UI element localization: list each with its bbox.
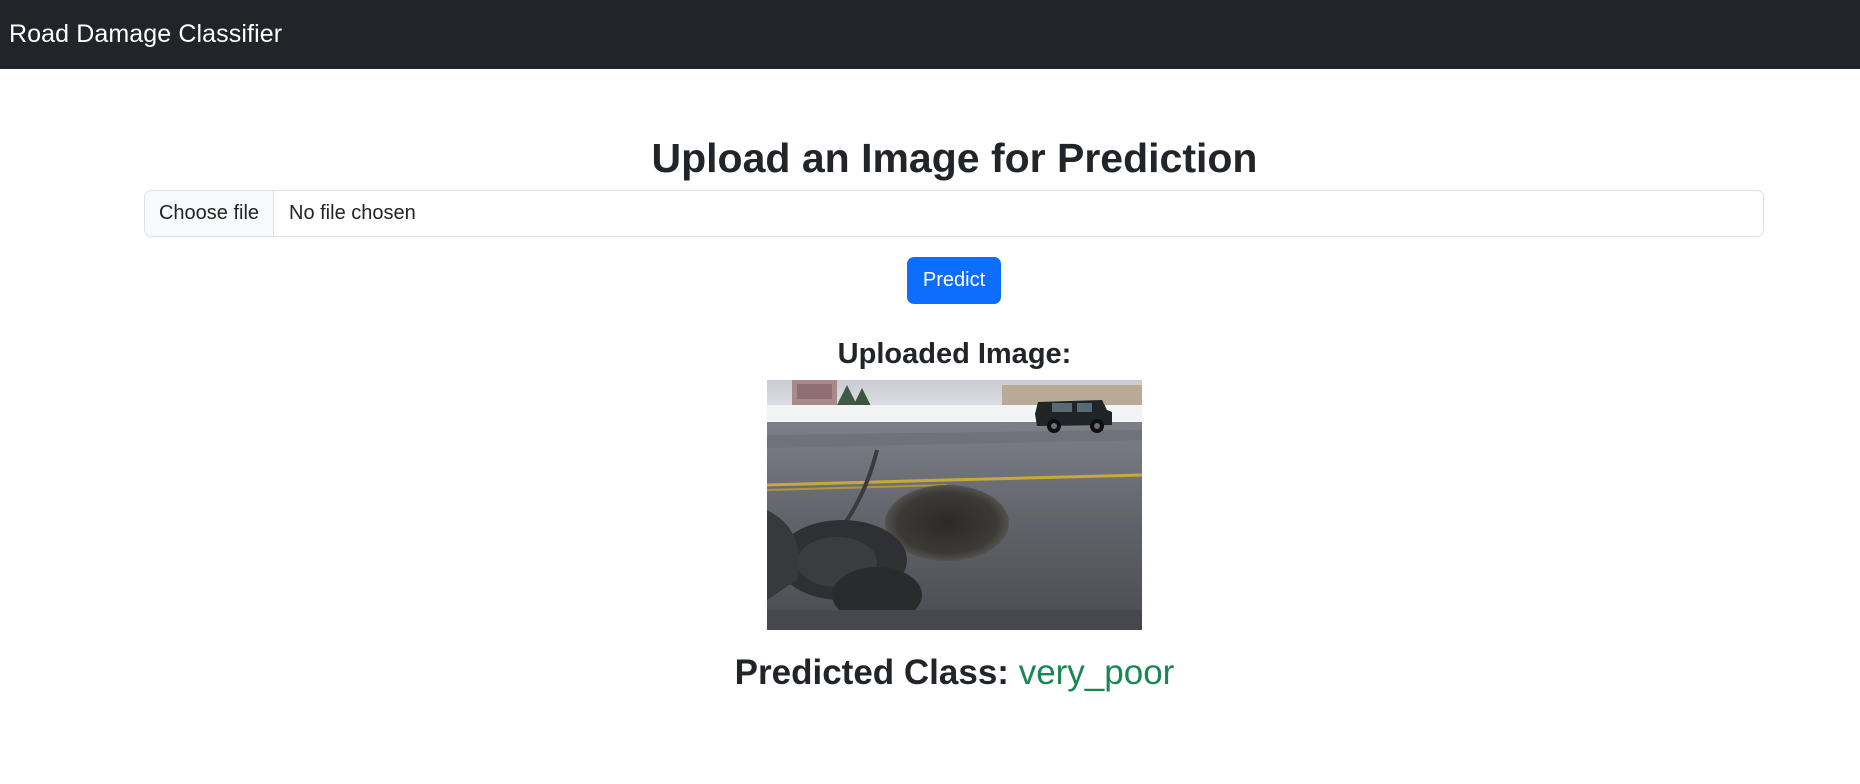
predict-button[interactable]: Predict xyxy=(907,257,1001,304)
prediction-result: Predicted Class: very_poor xyxy=(0,650,1860,696)
navbar: Road Damage Classifier xyxy=(0,0,1860,69)
uploaded-image xyxy=(767,380,1142,630)
file-status-text: No file chosen xyxy=(289,202,416,224)
navbar-brand[interactable]: Road Damage Classifier xyxy=(9,20,282,49)
prediction-label: Predicted Class: xyxy=(734,653,1009,692)
file-input[interactable]: Choose file No file chosen xyxy=(144,190,1764,237)
uploaded-image-heading: Uploaded Image: xyxy=(837,338,1072,370)
prediction-value: very_poor xyxy=(1018,653,1175,692)
page-title: Upload an Image for Prediction xyxy=(651,135,1258,181)
choose-file-button[interactable]: Choose file xyxy=(145,191,274,236)
